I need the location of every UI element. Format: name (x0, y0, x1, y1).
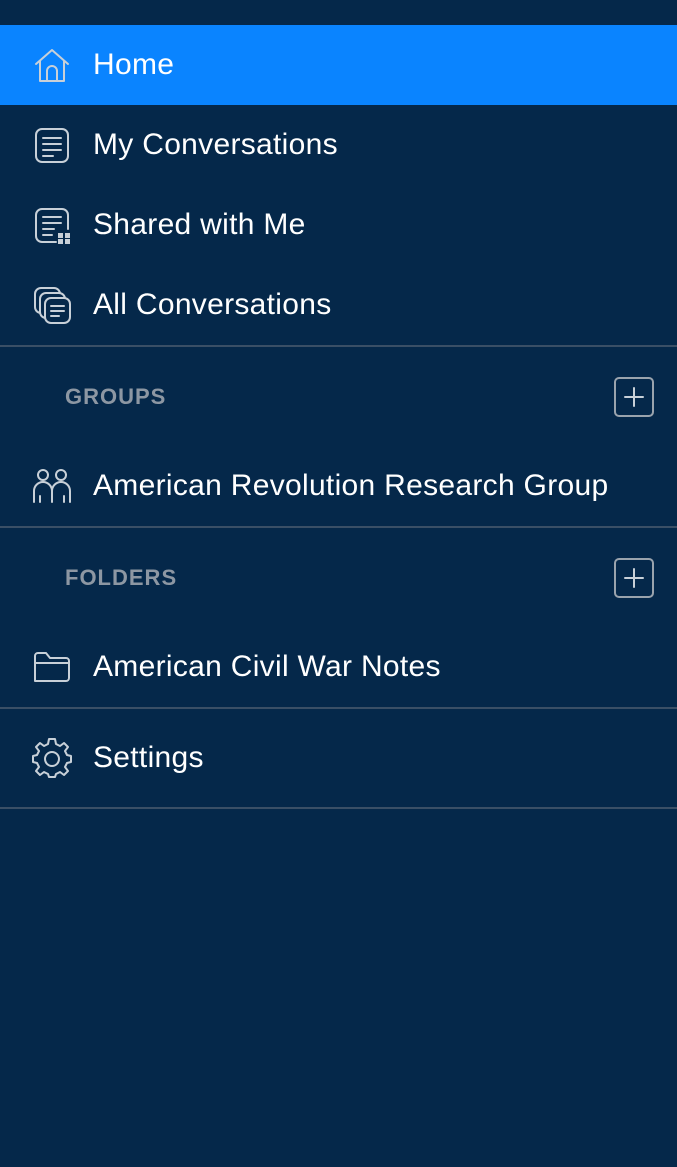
plus-icon (624, 568, 644, 588)
nav-item-home-label: Home (93, 48, 175, 81)
folder-icon (32, 647, 72, 687)
nav-item-all-conversations[interactable]: All Conversations (0, 265, 677, 345)
home-icon (32, 45, 72, 85)
nav-item-settings[interactable]: Settings (0, 709, 677, 807)
folder-item[interactable]: American Civil War Notes (0, 627, 677, 707)
document-icon (32, 125, 72, 165)
nav-item-my-conversations[interactable]: My Conversations (0, 105, 677, 185)
folders-section-header: FOLDERS (0, 528, 677, 627)
groups-section-title: GROUPS (65, 384, 167, 409)
stacked-documents-icon (32, 285, 72, 325)
nav-item-shared-with-me[interactable]: Shared with Me (0, 185, 677, 265)
group-item-label: American Revolution Research Group (93, 469, 609, 502)
navigation-menu: Home My Conversations Shared with Me All… (0, 25, 677, 809)
add-group-button[interactable] (614, 377, 654, 417)
shared-document-icon (32, 205, 72, 245)
group-item[interactable]: American Revolution Research Group (0, 446, 677, 526)
nav-item-shared-with-me-label: Shared with Me (93, 208, 306, 241)
nav-item-my-conversations-label: My Conversations (93, 128, 338, 161)
nav-item-all-conversations-label: All Conversations (93, 288, 332, 321)
plus-icon (624, 387, 644, 407)
add-folder-button[interactable] (614, 558, 654, 598)
gear-icon (32, 738, 72, 778)
folders-section-title: FOLDERS (65, 565, 178, 590)
nav-item-settings-label: Settings (93, 741, 204, 774)
nav-item-home[interactable]: Home (0, 25, 677, 105)
folder-item-label: American Civil War Notes (93, 650, 441, 683)
divider (0, 807, 677, 809)
people-icon (32, 466, 72, 506)
groups-section-header: GROUPS (0, 347, 677, 446)
